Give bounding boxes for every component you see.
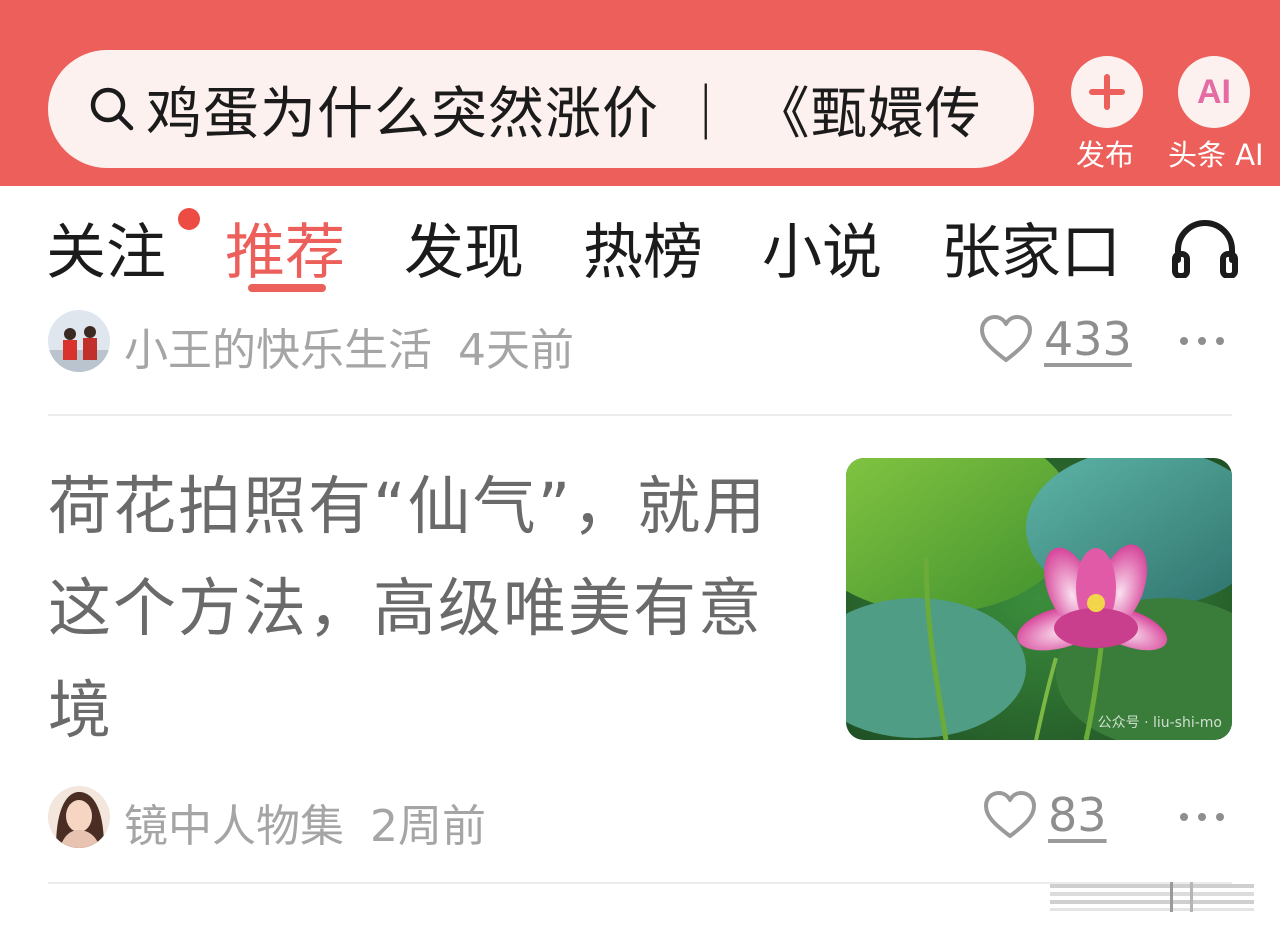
search-icon [90,87,134,131]
post-time: 4天前 [458,325,574,376]
channel-tabs: 关注 推荐 发现 热榜 小说 张家口 [0,190,1280,300]
search-text: 鸡蛋为什么突然涨价 ｜ 《甄嬛传 [146,81,982,147]
tab-hot-list[interactable]: 热榜 [583,204,703,291]
heart-icon[interactable] [978,312,1034,368]
article-title[interactable]: 荷花拍照有“仙气”，就用这个方法，高级唯美有意境 [48,456,808,762]
toutiao-ai-button[interactable]: AI [1178,56,1250,128]
search-bar[interactable]: 鸡蛋为什么突然涨价 ｜ 《甄嬛传 [48,50,1034,168]
ai-icon: AI [1197,72,1231,111]
heart-icon[interactable] [982,788,1038,844]
unread-dot [178,208,200,230]
like-count[interactable]: 433 [1044,312,1132,366]
tab-zhangjiakou[interactable]: 张家口 [941,204,1121,291]
author-name[interactable]: 镜中人物集 2周前 [124,790,486,854]
image-watermark: 公众号 · liu-shi-mo [1097,715,1222,731]
author-name[interactable]: 小王的快乐生活 4天前 [124,314,574,378]
publish-button[interactable] [1071,56,1143,128]
avatar[interactable] [48,786,110,848]
more-icon[interactable] [1178,810,1226,824]
tab-follow[interactable]: 关注 [46,204,166,291]
avatar[interactable] [48,310,110,372]
feed-item-meta: 小王的快乐生活 4天前 433 [48,308,1238,378]
tab-novel[interactable]: 小说 [762,204,882,291]
more-icon[interactable] [1178,334,1226,348]
tab-discover[interactable]: 发现 [404,204,524,291]
post-time: 2周前 [370,801,486,852]
author-label[interactable]: 小王的快乐生活 [124,325,432,376]
feed-item-meta: 镜中人物集 2周前 83 [48,784,1238,854]
article-thumbnail[interactable]: 公众号 · liu-shi-mo [846,458,1232,740]
author-label[interactable]: 镜中人物集 [124,801,344,852]
top-bar: 鸡蛋为什么突然涨价 ｜ 《甄嬛传 发布 AI 头条 AI [0,0,1280,186]
divider [48,414,1232,416]
headphones-icon[interactable] [1170,218,1240,278]
tab-recommend[interactable]: 推荐 [225,204,345,291]
publish-label: 发布 [1076,138,1135,172]
toutiao-ai-label: 头条 AI [1168,138,1264,172]
like-count[interactable]: 83 [1048,788,1107,842]
floating-menu-icon[interactable] [1050,882,1254,912]
plus-icon [1089,74,1125,110]
active-tab-indicator [248,284,326,292]
